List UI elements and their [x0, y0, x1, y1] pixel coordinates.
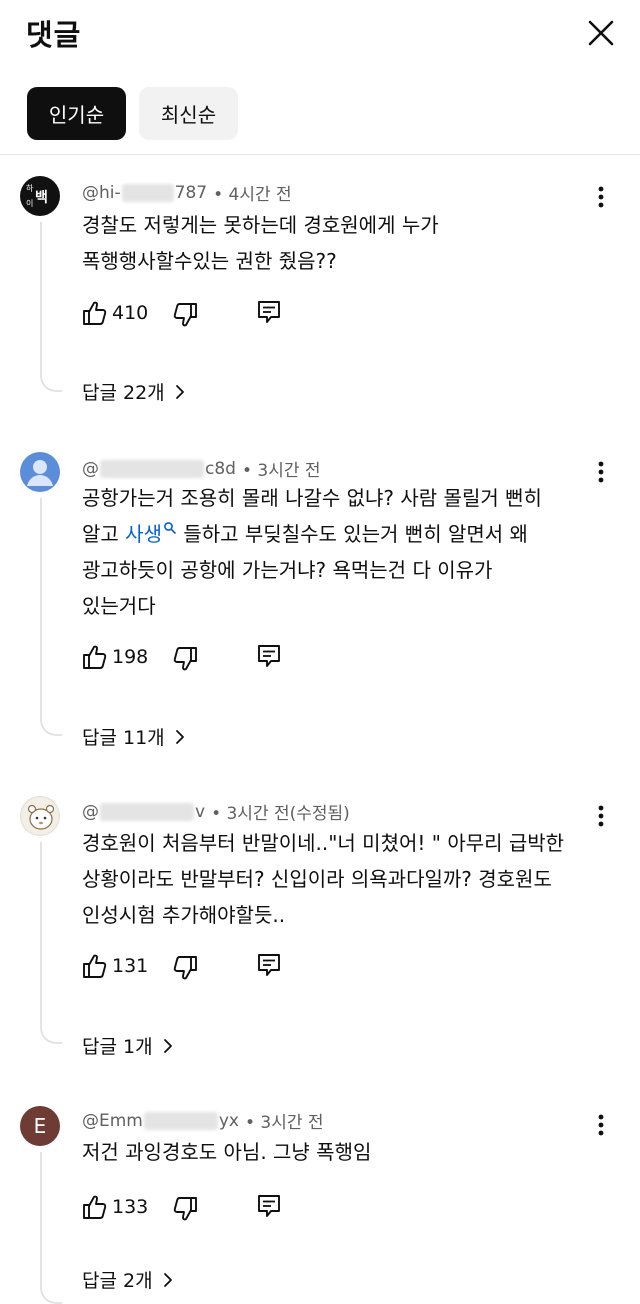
page-title: 댓글	[26, 18, 82, 52]
redacted-handle	[100, 459, 204, 478]
sort-latest-chip[interactable]: 최신순	[139, 87, 238, 140]
dislike-icon[interactable]	[172, 299, 200, 327]
header-divider	[0, 154, 640, 155]
reply-icon[interactable]	[256, 299, 284, 327]
like-icon[interactable]	[80, 952, 108, 980]
reply-icon[interactable]	[256, 1193, 284, 1221]
comment-meta: @ c8d • 3시간 전	[82, 456, 321, 482]
search-icon[interactable]	[163, 521, 177, 535]
author-handle[interactable]: @hi-	[82, 183, 121, 203]
reply-icon[interactable]	[256, 952, 284, 980]
comment-line-fragment: 들하고 부딪칠수도 있는거 뻔히 알면서 왜	[176, 522, 528, 546]
dislike-icon[interactable]	[172, 952, 200, 980]
author-handle-suffix[interactable]: v	[195, 802, 205, 822]
like-count: 198	[112, 646, 149, 668]
reply-count: 답글 22개	[82, 382, 165, 404]
comment-actions: 410	[80, 298, 284, 328]
comment-line: 공항가는거 조용히 몰래 나갈수 없냐? 사람 몰릴거 뻔히	[82, 486, 542, 510]
thread-line	[40, 842, 62, 1044]
thread-line	[40, 222, 62, 392]
comment-text: 경호원이 처음부터 반말이네.."너 미쳤어! " 아무리 급박한 상황이라도 …	[82, 825, 612, 933]
comment-actions: 198	[80, 642, 284, 672]
thread-line	[40, 1152, 62, 1304]
like-count: 410	[112, 302, 149, 324]
like-count: 131	[112, 955, 149, 977]
avatar[interactable]: E	[20, 1106, 60, 1146]
comment-line: 경호원이 처음부터 반말이네.."너 미쳤어! " 아무리 급박한	[82, 831, 565, 855]
reply-icon[interactable]	[256, 643, 284, 671]
cartoon-avatar-icon	[27, 804, 55, 830]
comment-meta: @hi- 787 • 4시간 전	[82, 180, 292, 206]
comment-line: 알고 사생 들하고 부딪칠수도 있는거 뻔히 알면서 왜	[82, 516, 602, 552]
comment-text: 경찰도 저렇게는 못하는데 경호원에게 누가 폭행행사할수있는 권한 줬음??	[82, 207, 602, 279]
like-icon[interactable]	[80, 1193, 108, 1221]
comment-line: 상황이라도 반말부터? 신입이라 의욕과다일까? 경호원도	[82, 867, 552, 891]
comment-actions: 131	[80, 951, 284, 981]
sort-popular-chip[interactable]: 인기순	[27, 87, 126, 140]
view-replies-button[interactable]: 답글 22개	[82, 378, 187, 405]
comment-line: 저건 과잉경호도 아님. 그냥 폭행임	[82, 1140, 372, 1164]
default-person-icon	[27, 460, 53, 486]
comment-actions: 133	[80, 1192, 284, 1222]
author-handle[interactable]: @	[82, 802, 99, 822]
comment-text: 공항가는거 조용히 몰래 나갈수 없냐? 사람 몰릴거 뻔히 알고 사생 들하고…	[82, 480, 602, 624]
close-button[interactable]	[582, 14, 620, 52]
like-count: 133	[112, 1196, 149, 1218]
comment-line-fragment: 알고	[82, 522, 126, 546]
view-replies-button[interactable]: 답글 1개	[82, 1032, 175, 1059]
chevron-right-icon	[175, 729, 184, 744]
chevron-right-icon	[163, 1038, 172, 1053]
avatar[interactable]	[20, 796, 60, 836]
avatar-logo: 하 이 백	[26, 183, 48, 208]
author-handle-suffix[interactable]: c8d	[205, 459, 236, 479]
comment-line: 있는거다	[82, 594, 156, 618]
thread-line	[40, 498, 62, 736]
comment-line: 경찰도 저렇게는 못하는데 경호원에게 누가	[82, 213, 439, 237]
chevron-right-icon	[175, 384, 184, 399]
comment-line: 폭행행사할수있는 권한 줬음??	[82, 249, 337, 273]
search-link[interactable]: 사생	[125, 522, 162, 546]
like-icon[interactable]	[80, 299, 108, 327]
redacted-handle	[121, 183, 174, 202]
comment-time: • 3시간 전	[241, 461, 321, 481]
svg-text:하: 하	[26, 183, 34, 193]
author-handle-suffix[interactable]: yx	[219, 1111, 239, 1131]
reply-count: 답글 1개	[82, 1036, 153, 1058]
svg-text:이: 이	[26, 198, 33, 208]
comment-meta: @ v • 3시간 전(수정됨)	[82, 799, 350, 825]
view-replies-button[interactable]: 답글 11개	[82, 723, 187, 750]
avatar[interactable]: 하 이 백	[20, 176, 60, 216]
like-icon[interactable]	[80, 643, 108, 671]
redacted-handle	[143, 1111, 218, 1130]
comment-time: • 4시간 전	[213, 185, 292, 205]
dislike-icon[interactable]	[172, 1193, 200, 1221]
dislike-icon[interactable]	[172, 643, 200, 671]
author-handle[interactable]: @Emm	[82, 1111, 143, 1131]
author-handle-suffix[interactable]: 787	[175, 183, 207, 203]
comment-line: 광고하듯이 공항에 가는거냐? 욕먹는건 다 이유가	[82, 558, 493, 582]
avatar[interactable]	[20, 452, 60, 492]
reply-count: 답글 11개	[82, 727, 165, 749]
close-icon	[588, 20, 614, 46]
comment-time: • 3시간 전	[245, 1113, 324, 1133]
comment-line: 인성시험 추가해야할듯..	[82, 903, 286, 927]
comment-meta: @Emm yx • 3시간 전	[82, 1108, 324, 1134]
svg-text:백: 백	[35, 190, 48, 206]
redacted-handle	[100, 802, 194, 821]
comment-time: • 3시간 전(수정됨)	[211, 804, 350, 824]
author-handle[interactable]: @	[82, 459, 99, 479]
comment-text: 저건 과잉경호도 아님. 그냥 폭행임	[82, 1134, 602, 1170]
